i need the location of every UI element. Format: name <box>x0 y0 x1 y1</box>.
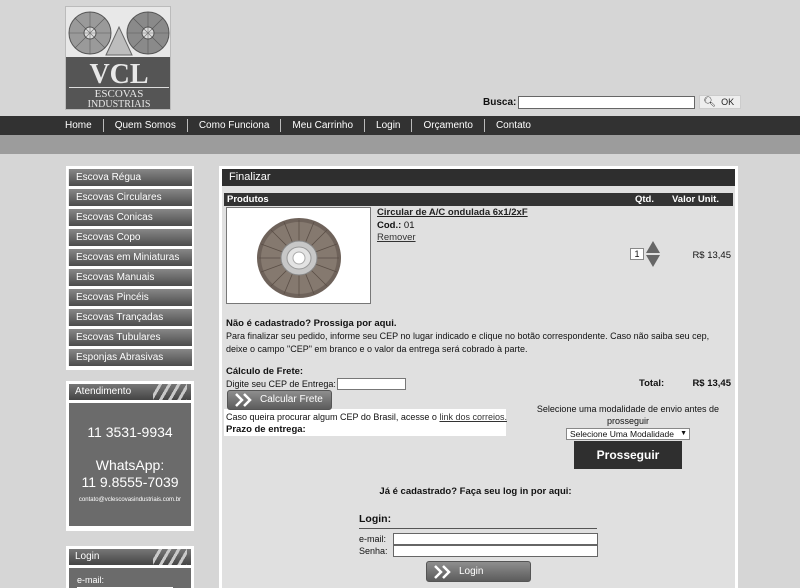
header-valor-unit: Valor Unit. <box>672 194 719 205</box>
nav-home[interactable]: Home <box>54 119 103 132</box>
nav-como-funciona[interactable]: Como Funciona <box>186 119 281 132</box>
page-title: Finalizar <box>222 169 735 186</box>
header-band <box>0 135 800 154</box>
login-senha-input[interactable] <box>393 545 598 557</box>
stripes-decoration <box>153 384 187 400</box>
checkout-panel: Finalizar Produtos Qtd. Valor Unit. Circ… <box>219 166 738 588</box>
login-email-label: e-mail: <box>359 534 387 544</box>
shipping-prompt: Selecione uma modalidade de envio antes … <box>536 404 720 426</box>
calcular-frete-button[interactable]: Calcular Frete <box>227 390 332 410</box>
correios-help: Caso queira procurar algum CEP do Brasil… <box>226 412 507 422</box>
phone-number: 11 3531-9934 <box>87 424 173 440</box>
product-name-link[interactable]: Circular de A/C ondulada 6x1/2xF <box>377 207 528 218</box>
already-registered-title: Já é cadastrado? Faça seu log in por aqu… <box>379 486 572 497</box>
header-produtos: Produtos <box>227 194 269 205</box>
cart-table-header: Produtos Qtd. Valor Unit. <box>224 193 733 206</box>
contact-email[interactable]: contato@vclescovasindustriais.com.br <box>69 490 191 503</box>
prazo-label: Prazo de entrega: <box>226 424 306 435</box>
shipping-select-value: Selecione Uma Modalidade <box>570 429 674 439</box>
cep-input[interactable] <box>336 378 406 390</box>
login-senha-row: Senha: <box>359 545 598 557</box>
nav-contato[interactable]: Contato <box>483 119 542 132</box>
not-registered-title: Não é cadastrado? Prossiga por aqui. <box>226 318 397 329</box>
login-email-row: e-mail: <box>359 533 598 545</box>
sidebar-login-box: Login e-mail: <box>66 546 194 588</box>
category-escovas-pinceis[interactable]: Escovas Pincéis <box>68 289 192 306</box>
category-escovas-miniaturas[interactable]: Escovas em Miniaturas <box>68 249 192 266</box>
nav-quem-somos[interactable]: Quem Somos <box>102 119 187 132</box>
login-senha-label: Senha: <box>359 546 388 556</box>
search-label: Busca: <box>483 96 517 108</box>
main-nav: Home Quem Somos Como Funciona Meu Carrin… <box>0 116 800 135</box>
site-logo[interactable]: VCL ESCOVAS INDUSTRIAIS <box>65 6 171 110</box>
chevron-down-icon: ▼ <box>680 430 687 437</box>
product-code-value: 01 <box>403 220 415 231</box>
search-button-label: OK <box>721 97 735 107</box>
header-qtd: Qtd. <box>635 194 654 205</box>
frete-title: Cálculo de Frete: <box>226 366 304 377</box>
total-value: R$ 13,45 <box>692 378 731 389</box>
product-code-label: Cod.: <box>377 220 402 231</box>
unit-price: R$ 13,45 <box>692 250 731 261</box>
stripes-decoration <box>153 549 187 565</box>
login-email-input[interactable] <box>393 533 598 545</box>
login-button[interactable]: Login <box>426 561 531 582</box>
cep-label: Digite seu CEP de Entrega: <box>226 379 336 389</box>
category-escovas-circulares[interactable]: Escovas Circulares <box>68 189 192 206</box>
not-registered-text: Para finalizar seu pedido, informe seu C… <box>226 331 710 354</box>
shipping-select[interactable]: Selecione Uma Modalidade ▼ <box>566 428 690 440</box>
quantity-input[interactable]: 1 <box>630 248 644 260</box>
sidebar-login-header: Login <box>69 549 191 565</box>
search-bar: Busca: 🔍︎ OK <box>483 95 742 109</box>
category-escovas-tubulares[interactable]: Escovas Tubulares <box>68 329 192 346</box>
correios-link[interactable]: link dos correios. <box>439 412 507 422</box>
whatsapp-number: 11 9.8555-7039 <box>81 474 179 490</box>
search-icon: 🔍︎ <box>703 96 717 108</box>
double-chevron-icon <box>235 393 252 407</box>
sidebar-login-body: e-mail: <box>69 568 191 588</box>
category-escovas-trancadas[interactable]: Escovas Trançadas <box>68 309 192 326</box>
category-menu: Escova Régua Escovas Circulares Escovas … <box>66 166 194 370</box>
category-esponjas-abrasivas[interactable]: Esponjas Abrasivas <box>68 349 192 366</box>
logo-text-vcl: VCL <box>89 59 148 90</box>
product-code: Cod.: 01 <box>377 220 415 231</box>
atendimento-header: Atendimento <box>69 384 191 400</box>
atendimento-box: Atendimento 11 3531-9934 WhatsApp: 11 9.… <box>66 381 194 531</box>
login-divider <box>359 528 597 529</box>
sidebar-login-title: Login <box>75 551 100 562</box>
category-escovas-copo[interactable]: Escovas Copo <box>68 229 192 246</box>
cep-row: Digite seu CEP de Entrega: <box>226 378 406 390</box>
correios-help-text: Caso queira procurar algum CEP do Brasil… <box>226 412 437 422</box>
login-title: Login: <box>359 513 392 525</box>
nav-login[interactable]: Login <box>364 119 411 132</box>
search-input[interactable] <box>518 95 696 109</box>
total-label: Total: <box>639 378 665 389</box>
quantity-stepper-icon[interactable] <box>646 241 660 267</box>
search-button[interactable]: 🔍︎ OK <box>699 95 742 109</box>
category-escovas-conicas[interactable]: Escovas Conicas <box>68 209 192 226</box>
calcular-frete-label: Calcular Frete <box>260 394 323 405</box>
whatsapp-label: WhatsApp: <box>95 457 165 473</box>
nav-meu-carrinho[interactable]: Meu Carrinho <box>280 119 364 132</box>
remove-link[interactable]: Remover <box>377 232 416 243</box>
nav-orcamento[interactable]: Orçamento <box>411 119 483 132</box>
prosseguir-button[interactable]: Prosseguir <box>574 441 682 469</box>
atendimento-title: Atendimento <box>75 386 132 397</box>
category-escova-regua[interactable]: Escova Régua <box>68 169 192 186</box>
login-button-label: Login <box>459 566 484 577</box>
double-chevron-icon <box>434 565 451 579</box>
product-image[interactable] <box>226 207 371 304</box>
atendimento-body: 11 3531-9934 WhatsApp: 11 9.8555-7039 co… <box>69 403 191 526</box>
category-escovas-manuais[interactable]: Escovas Manuais <box>68 269 192 286</box>
sidebar-email-label: e-mail: <box>77 575 105 585</box>
logo-text-industriais: INDUSTRIAIS <box>88 99 151 110</box>
